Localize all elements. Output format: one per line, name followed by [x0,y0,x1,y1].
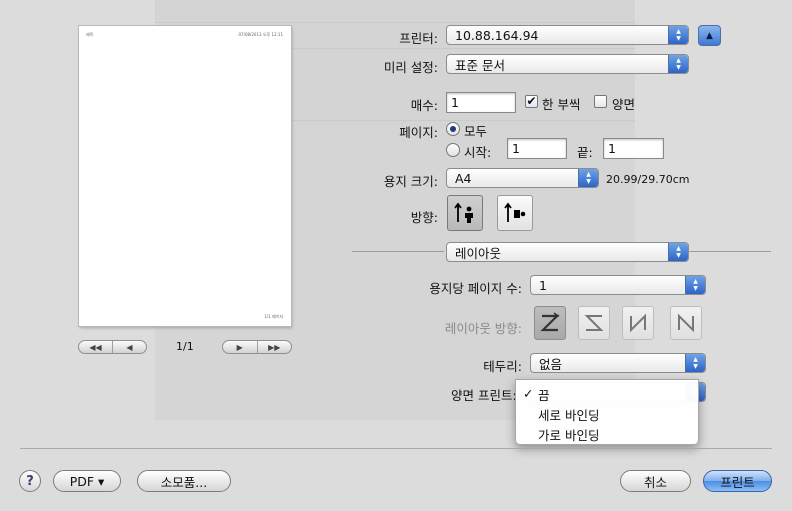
prev-page-icon[interactable]: ◀ [112,341,146,353]
two-sided-menu: ✓ 끔 세로 바인딩 가로 바인딩 [515,379,699,445]
print-button-label: 프린트 [720,474,755,490]
preview-header-left: 제목 [86,32,94,37]
cancel-button[interactable]: 취소 [620,470,691,492]
popup-arrows-icon: ▲▼ [685,276,705,294]
z-direction-icon [540,312,560,332]
popup-arrows-icon: ▲▼ [578,169,598,187]
pdf-button[interactable]: PDF ▾ [53,470,121,492]
n-direction-icon [678,313,694,333]
paper-size-label: 용지 크기: [383,174,438,189]
z-reverse-direction-icon [584,315,604,331]
preview-footer-right: 1/1 페이지 [264,314,283,319]
pages-to-input[interactable]: 1 [603,138,664,159]
presets-label: 미리 설정: [383,60,438,75]
printer-value: 10.88.164.94 [455,27,539,43]
preview-back-buttons[interactable]: ◀◀ ◀ [78,340,147,354]
copies-input[interactable]: 1 [446,92,516,113]
menu-item-label: 세로 바인딩 [538,407,600,423]
copies-value: 1 [451,95,459,110]
expand-dialog-button[interactable]: ▲ [698,25,721,46]
collated-checkbox[interactable]: ✔ [525,95,538,108]
portrait-icon [454,202,473,223]
pages-from-label: 시작: [464,145,492,160]
pages-per-sheet-popup[interactable]: 1 ▲ ▼ [530,275,706,295]
printer-label: 프린터: [399,31,438,46]
menu-item-label: 가로 바인딩 [538,427,600,443]
border-label: 테두리: [483,359,522,374]
section-value: 레이아웃 [455,245,502,261]
duplex-label: 양면 [612,97,636,112]
presets-popup[interactable]: 표준 문서 ▲ ▼ [446,54,689,74]
portrait-orientation-button[interactable] [447,195,483,231]
menu-item-off[interactable]: ✓ 끔 [516,384,698,404]
help-icon: ? [26,473,34,489]
paper-size-popup[interactable]: A4 ▲ ▼ [446,168,599,188]
print-button[interactable]: 프린트 [703,470,772,492]
checkmark-icon: ✔ [526,94,537,108]
paper-dimensions: 20.99/29.70cm [606,173,690,186]
popup-arrows-icon: ▲▼ [668,243,688,261]
border-popup[interactable]: 없음 ▲ ▼ [530,353,706,373]
pages-per-sheet-label: 용지당 페이지 수: [429,281,522,296]
pages-to-value: 1 [608,141,616,156]
layout-direction-z[interactable] [534,306,566,340]
pages-from-input[interactable]: 1 [507,138,567,159]
cancel-button-label: 취소 [643,474,667,490]
preview-header-right: 07/08/2013 오후 12:11 [238,32,284,37]
border-value: 없음 [539,356,563,372]
pdf-button-label: PDF ▾ [69,473,105,489]
presets-value: 표준 문서 [455,57,505,73]
preview-forward-buttons[interactable]: ▶ ▶▶ [222,340,292,354]
popup-arrows-icon: ▲▼ [668,55,688,73]
pages-all-radio[interactable] [446,122,460,136]
layout-direction-n-reverse[interactable] [622,306,654,340]
landscape-icon [504,202,526,222]
copies-label: 매수: [410,98,438,113]
checkmark-icon: ✓ [523,386,534,401]
supplies-button-label: 소모품... [160,474,208,490]
pages-to-label: 끝: [577,145,593,160]
paper-size-value: A4 [455,170,472,186]
page-counter: 1/1 [176,340,194,353]
layout-direction-label: 레이아웃 방향: [444,321,522,336]
collated-label: 한 부씩 [542,97,581,112]
help-button[interactable]: ? [19,470,41,492]
pages-range-radio[interactable] [446,143,460,157]
menu-item-short-edge[interactable]: 가로 바인딩 [516,424,698,444]
section-divider-right [689,251,771,252]
print-preview-page: 제목 07/08/2013 오후 12:11 1/1 페이지 [79,26,291,326]
orientation-label: 방향: [410,210,438,225]
triangle-up-icon: ▲ [706,30,713,41]
layout-direction-n[interactable] [670,306,702,340]
menu-item-long-edge[interactable]: 세로 바인딩 [516,404,698,424]
pages-from-value: 1 [512,141,520,156]
section-popup[interactable]: 레이아웃 ▲ ▼ [446,242,689,262]
duplex-checkbox[interactable] [594,95,607,108]
menu-item-label: 끔 [538,387,550,403]
popup-arrows-icon: ▲▼ [668,26,688,44]
first-page-icon[interactable]: ◀◀ [79,341,112,353]
next-page-icon[interactable]: ▶ [223,341,257,353]
printer-popup[interactable]: 10.88.164.94 ▲ ▼ [446,25,689,45]
n-reverse-direction-icon [630,313,646,333]
popup-arrows-icon: ▲▼ [685,354,705,372]
pages-label: 페이지: [399,125,438,140]
layout-direction-z-reverse[interactable] [578,306,610,340]
pages-all-label: 모두 [464,124,488,139]
supplies-button[interactable]: 소모품... [137,470,231,492]
two-sided-label: 양면 프린트: [451,388,517,403]
section-divider-left [352,251,444,252]
bottom-separator [20,448,772,449]
landscape-orientation-button[interactable] [497,195,533,231]
pages-per-sheet-value: 1 [539,277,547,293]
last-page-icon[interactable]: ▶▶ [256,341,292,353]
